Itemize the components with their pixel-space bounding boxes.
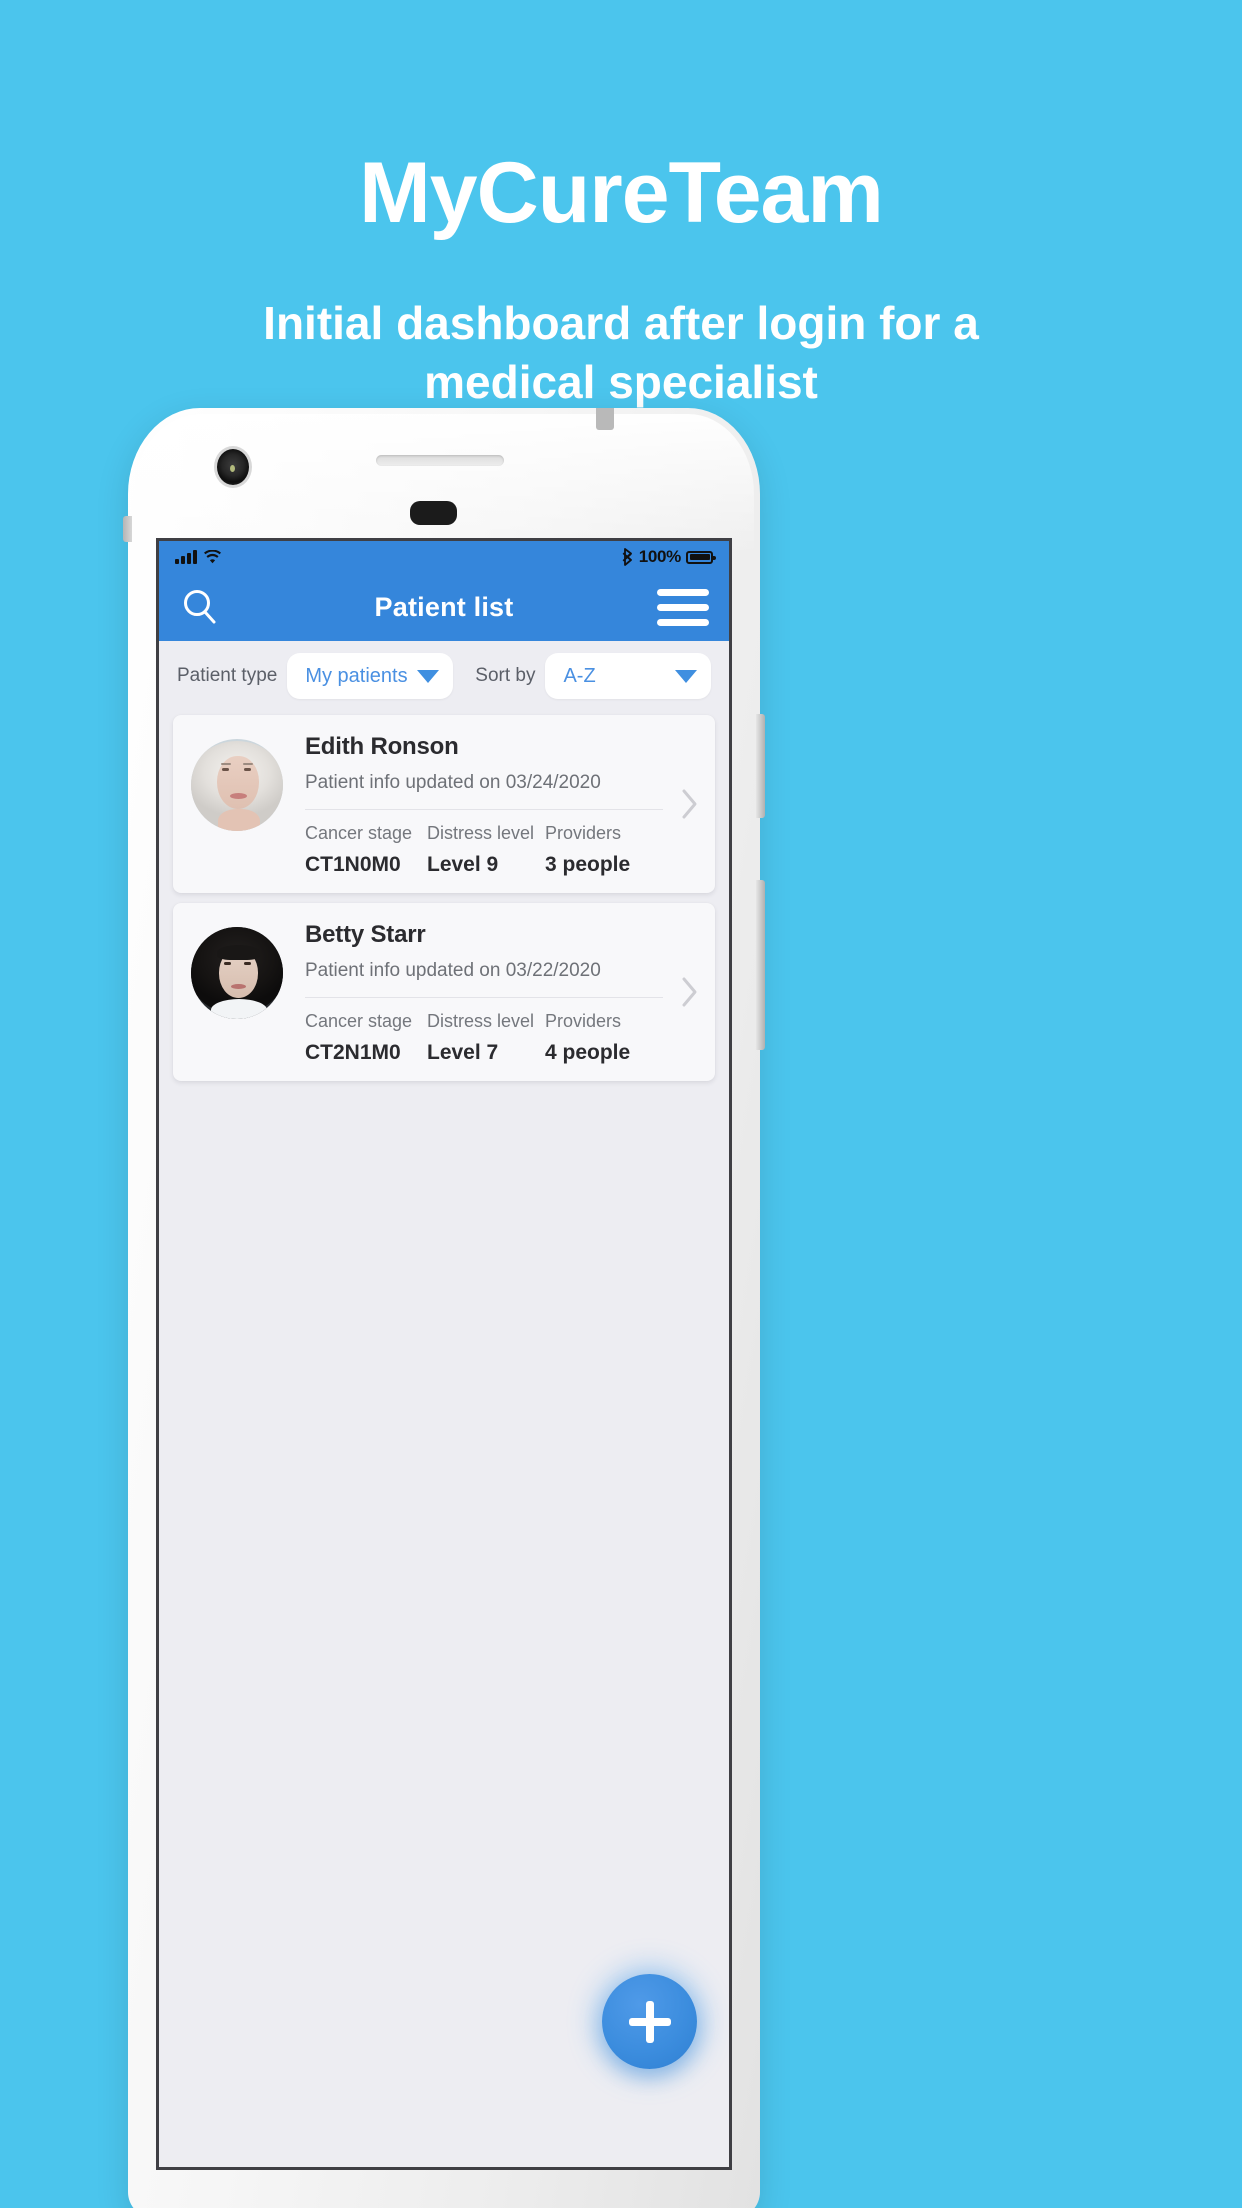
stat-value: 3 people — [545, 853, 631, 876]
patient-updated-text: Patient info updated on 03/22/2020 — [305, 960, 601, 981]
proximity-sensor — [410, 501, 457, 525]
caret-down-icon — [416, 669, 439, 683]
bluetooth-icon — [622, 548, 634, 566]
patient-stats: Cancer stage CT2N1M0 Distress level Leve… — [305, 1011, 663, 1065]
battery-full-icon — [686, 550, 716, 564]
status-bar-right: 100% — [622, 547, 716, 567]
sort-by-select[interactable]: A-Z — [545, 653, 711, 699]
patient-type-value: My patients — [305, 664, 408, 687]
patient-card-body: Betty Starr Patient info updated on 03/2… — [283, 921, 697, 1065]
stat-providers: Providers 3 people — [545, 823, 655, 877]
stat-label: Cancer stage — [305, 1011, 413, 1031]
cellular-bars-icon — [175, 550, 197, 564]
promo-banner: MyCureTeam Initial dashboard after login… — [0, 0, 1242, 412]
stat-label: Providers — [545, 823, 622, 843]
device-button-volume[interactable] — [756, 714, 765, 818]
promo-subtitle: Initial dashboard after login for a medi… — [263, 297, 979, 408]
avatar — [191, 927, 283, 1019]
patient-card[interactable]: Betty Starr Patient info updated on 03/2… — [173, 903, 715, 1081]
device-antenna-nub — [596, 408, 614, 430]
patient-card-body: Edith Ronson Patient info updated on 03/… — [283, 733, 697, 877]
status-bar: 100% — [159, 541, 729, 573]
plus-icon — [628, 2000, 671, 2043]
patient-card[interactable]: Edith Ronson Patient info updated on 03/… — [173, 715, 715, 893]
avatar — [191, 739, 283, 831]
stat-providers: Providers 4 people — [545, 1011, 655, 1065]
stat-distress-level: Distress level Level 7 — [427, 1011, 545, 1065]
phone-screen: 100% Patient list Patient type My patien… — [156, 538, 732, 2170]
stat-label: Distress level — [427, 823, 535, 843]
chevron-right-icon[interactable] — [679, 974, 701, 1010]
stat-value: Level 7 — [427, 1041, 499, 1064]
patient-stats: Cancer stage CT1N0M0 Distress level Leve… — [305, 823, 663, 877]
stat-cancer-stage: Cancer stage CT2N1M0 — [305, 1011, 427, 1065]
wifi-icon — [203, 550, 221, 564]
caret-down-icon — [674, 669, 697, 683]
card-divider — [305, 997, 663, 998]
stat-distress-level: Distress level Level 9 — [427, 823, 545, 877]
app-bar: Patient list — [159, 573, 729, 641]
page-title: Patient list — [374, 591, 514, 622]
stat-value: CT2N1M0 — [305, 1041, 401, 1064]
filter-bar: Patient type My patients Sort by A-Z — [159, 641, 729, 711]
patient-updated-text: Patient info updated on 03/24/2020 — [305, 772, 601, 793]
patient-list: Edith Ronson Patient info updated on 03/… — [159, 711, 729, 1081]
card-divider — [305, 809, 663, 810]
battery-percent-label: 100% — [638, 547, 682, 566]
patient-type-label: Patient type — [177, 665, 278, 686]
chevron-right-icon[interactable] — [679, 786, 701, 822]
stat-label: Providers — [545, 1011, 622, 1031]
device-button-power[interactable] — [756, 880, 765, 1050]
search-icon[interactable] — [179, 586, 221, 628]
device-button-left[interactable] — [123, 516, 132, 542]
phone-device-mockup: 100% Patient list Patient type My patien… — [123, 408, 765, 2208]
app-name-title: MyCureTeam — [359, 145, 884, 241]
front-camera-icon — [217, 449, 249, 485]
stat-label: Cancer stage — [305, 823, 413, 843]
stat-value: CT1N0M0 — [305, 853, 401, 876]
patient-name: Betty Starr — [305, 921, 426, 948]
stat-cancer-stage: Cancer stage CT1N0M0 — [305, 823, 427, 877]
status-bar-left — [175, 550, 221, 564]
sort-by-value: A-Z — [563, 664, 596, 687]
earpiece-speaker — [376, 455, 504, 466]
stat-value: 4 people — [545, 1041, 631, 1064]
patient-type-select[interactable]: My patients — [287, 653, 453, 699]
hamburger-menu-icon[interactable] — [657, 588, 709, 626]
add-patient-fab[interactable] — [602, 1974, 697, 2069]
stat-label: Distress level — [427, 1011, 535, 1031]
patient-name: Edith Ronson — [305, 733, 459, 760]
sort-by-label: Sort by — [475, 665, 536, 686]
stat-value: Level 9 — [427, 853, 499, 876]
